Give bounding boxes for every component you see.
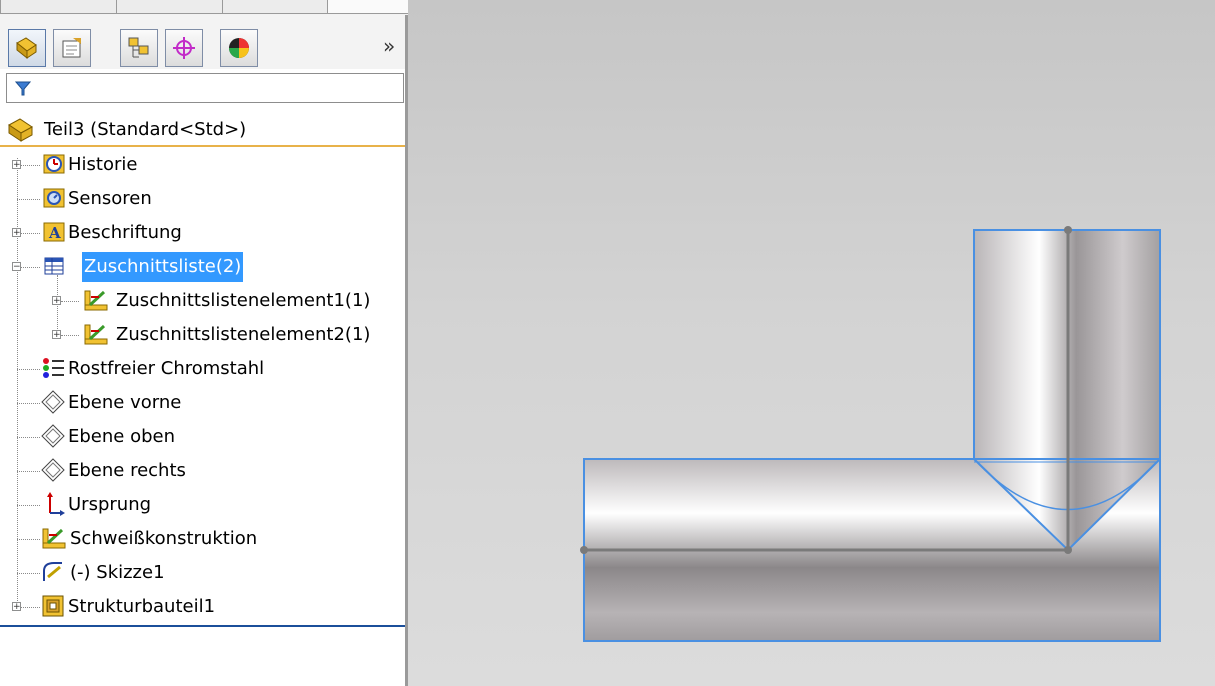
expand-zuschnittslistenelement2-toggle[interactable]: + xyxy=(52,330,61,340)
tree-item-label: Beschriftung xyxy=(68,222,182,243)
cut-list-icon xyxy=(44,257,64,275)
graphics-viewport[interactable] xyxy=(408,0,1215,686)
weldment-icon xyxy=(42,528,66,549)
tree-connector xyxy=(17,505,40,506)
dimxpert-icon xyxy=(173,37,195,59)
sketch-point[interactable] xyxy=(580,546,588,554)
propertymanager-icon xyxy=(62,38,81,58)
propertymanager-tab[interactable] xyxy=(53,29,91,67)
collapse-zuschnittsliste-toggle[interactable]: − xyxy=(12,262,21,272)
tree-connector xyxy=(20,165,40,166)
expand-beschriftung-toggle[interactable]: + xyxy=(12,228,21,238)
tree-connector xyxy=(17,539,40,540)
tree-item-label: Zuschnittsliste(2) xyxy=(82,252,244,282)
sketch-point[interactable] xyxy=(1064,226,1072,234)
tree-connector xyxy=(17,573,40,574)
tree-item-label: Historie xyxy=(68,154,138,175)
material-icon xyxy=(43,358,64,378)
annotation-icon: A xyxy=(43,222,65,242)
tree-item-label: Zuschnittslistenelement1(1) xyxy=(116,290,371,311)
sketch-icon xyxy=(43,562,62,581)
svg-text:A: A xyxy=(48,224,61,242)
plane-icon xyxy=(41,458,65,482)
tree-connector xyxy=(20,233,40,234)
tree-root-label: Teil3 (Standard<Std>) xyxy=(44,119,247,140)
configurationmanager-icon xyxy=(128,37,149,58)
tree-connector xyxy=(61,301,79,302)
tree-item-label: (-) Skizze1 xyxy=(70,562,165,583)
featuremanager-toolbar: » xyxy=(0,15,405,69)
expand-strukturbauteil1-toggle[interactable]: + xyxy=(12,602,21,612)
tube-elbow-model[interactable] xyxy=(408,0,1215,686)
part-icon xyxy=(8,118,33,142)
origin-icon xyxy=(47,492,65,516)
expand-historie-toggle[interactable]: + xyxy=(12,160,21,170)
root-separator xyxy=(0,145,405,147)
featuremanager-tab[interactable] xyxy=(8,29,46,67)
expand-zuschnittslistenelement1-toggle[interactable]: + xyxy=(52,296,61,306)
structural-member-icon xyxy=(42,595,64,617)
tree-item-label: Ebene vorne xyxy=(68,392,182,413)
sensor-icon xyxy=(43,188,65,208)
history-icon xyxy=(43,154,65,174)
tree-item-label: Ebene rechts xyxy=(68,460,186,481)
tree-connector xyxy=(61,335,79,336)
tree-bottom-separator xyxy=(0,625,405,627)
tree-connector xyxy=(17,403,40,404)
tree-connector xyxy=(17,199,40,200)
tree-connector xyxy=(17,158,18,605)
tree-item-label: Ebene oben xyxy=(68,426,175,447)
document-tab-1[interactable] xyxy=(0,0,117,14)
tree-connector xyxy=(20,267,40,268)
featuremanager-icon xyxy=(16,37,37,60)
dimxpert-tab[interactable] xyxy=(165,29,203,67)
plane-icon xyxy=(41,424,65,448)
sketch-point[interactable] xyxy=(1064,546,1072,554)
more-tabs-chevron-icon[interactable]: » xyxy=(383,34,395,58)
tree-item-label: Strukturbauteil1 xyxy=(68,596,216,617)
document-tab-2[interactable] xyxy=(116,0,223,14)
displaymanager-icon xyxy=(229,38,249,58)
tree-connector xyxy=(20,607,40,608)
tree-item-label: Ursprung xyxy=(68,494,152,515)
tree-item-label: Sensoren xyxy=(68,188,152,209)
tree-connector xyxy=(17,369,40,370)
plane-icon xyxy=(41,390,65,414)
tree-filter-input[interactable] xyxy=(6,73,404,103)
tree-connector xyxy=(17,471,40,472)
filter-icon xyxy=(15,81,31,96)
weldment-icon xyxy=(84,290,108,311)
tree-item-label: Zuschnittslistenelement2(1) xyxy=(116,324,371,345)
displaymanager-tab[interactable] xyxy=(220,29,258,67)
document-tab-3[interactable] xyxy=(222,0,328,14)
tree-connector xyxy=(17,437,40,438)
tree-item-label: Rostfreier Chromstahl xyxy=(68,358,265,379)
tree-item-label: Schweißkonstruktion xyxy=(70,528,258,549)
weldment-icon xyxy=(84,324,108,345)
configurationmanager-tab[interactable] xyxy=(120,29,158,67)
